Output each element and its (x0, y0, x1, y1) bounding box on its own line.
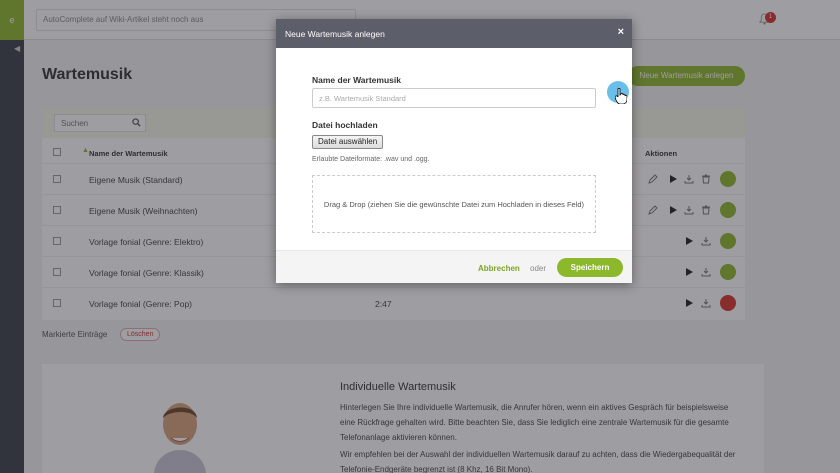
close-icon[interactable]: × (618, 26, 624, 38)
new-music-dialog: Neue Wartemusik anlegen × Name der Warte… (276, 19, 632, 283)
dialog-footer: Abbrechen oder Speichern (276, 250, 632, 283)
dialog-header: Neue Wartemusik anlegen × (276, 19, 632, 48)
allowed-formats-text: Erlaubte Dateiformate: .wav und .ogg. (312, 156, 430, 163)
music-name-input[interactable] (312, 88, 596, 108)
name-label: Name der Wartemusik (312, 75, 401, 85)
cancel-link[interactable]: Abbrechen (478, 264, 520, 273)
upload-label: Datei hochladen (312, 120, 378, 130)
or-text: oder (530, 264, 547, 273)
save-button[interactable]: Speichern (557, 258, 623, 277)
drop-zone[interactable]: Drag & Drop (ziehen Sie die gewünschte D… (312, 175, 596, 233)
choose-file-button[interactable]: Datei auswählen (312, 135, 384, 149)
hand-cursor-icon (615, 88, 627, 104)
drop-zone-text: Drag & Drop (ziehen Sie die gewünschte D… (323, 199, 585, 209)
dialog-title: Neue Wartemusik anlegen (285, 29, 385, 39)
